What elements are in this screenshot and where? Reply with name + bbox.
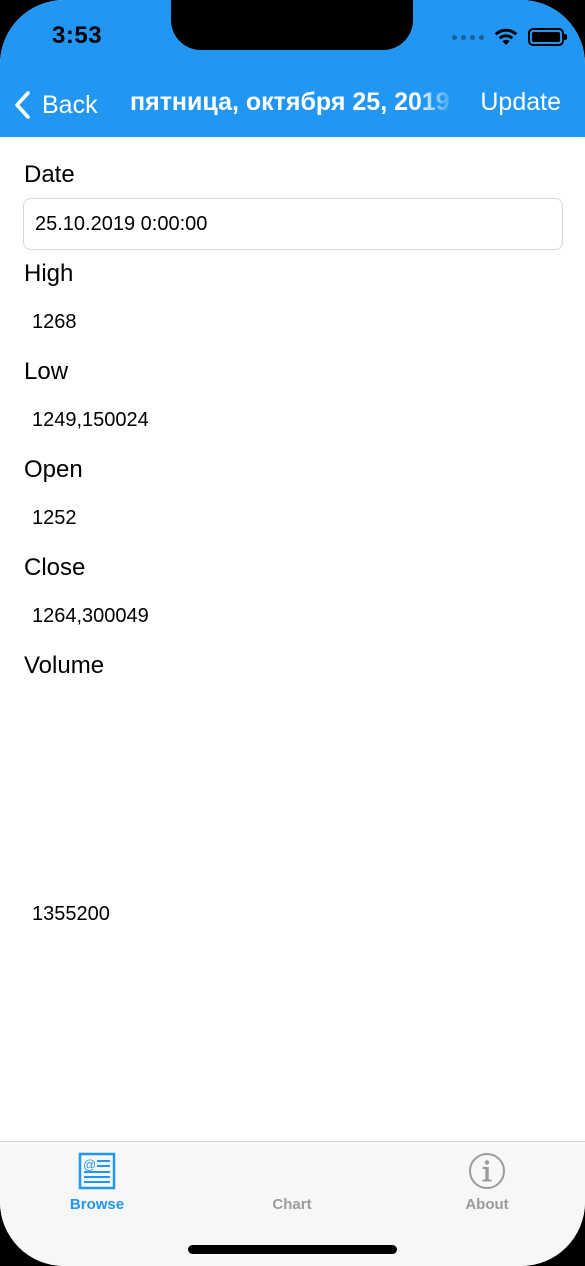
tab-about-label: About	[465, 1196, 509, 1213]
tab-about[interactable]: About	[407, 1150, 567, 1220]
chart-icon-placeholder	[273, 1152, 311, 1190]
tab-chart-label: Chart	[272, 1196, 312, 1213]
chevron-left-icon	[15, 91, 30, 119]
low-value: 1249,150024	[32, 409, 149, 431]
back-label: Back	[42, 90, 98, 119]
device-notch	[171, 0, 413, 50]
phone-screen: 3:53 Back пятница, октября 25, 2019 Upda…	[0, 0, 585, 1266]
tab-browse-label: Browse	[69, 1196, 125, 1213]
page-title: пятница, октября 25, 2019	[130, 88, 450, 116]
wifi-icon	[494, 28, 518, 45]
status-time: 3:53	[52, 22, 103, 49]
close-label: Close	[24, 554, 86, 581]
browse-icon: @	[78, 1152, 116, 1190]
open-value: 1252	[32, 507, 77, 529]
high-value: 1268	[32, 311, 77, 333]
tab-browse[interactable]: @ Browse	[17, 1150, 177, 1220]
detail-form: Date 25.10.2019 0:00:00 High 1268 Low 12…	[0, 137, 585, 1141]
close-value: 1264,300049	[32, 605, 149, 627]
volume-label: Volume	[24, 652, 105, 679]
volume-value: 1355200	[32, 903, 110, 925]
cellular-signal-icon	[452, 34, 484, 40]
date-field[interactable]: 25.10.2019 0:00:00	[23, 198, 563, 250]
back-button[interactable]: Back	[12, 85, 98, 125]
update-button[interactable]: Update	[480, 88, 561, 117]
navigation-bar: Back пятница, октября 25, 2019 Update	[0, 80, 585, 130]
status-indicators	[452, 26, 567, 48]
home-indicator[interactable]	[188, 1245, 397, 1254]
low-label: Low	[24, 358, 69, 385]
battery-icon	[528, 28, 567, 46]
svg-text:@: @	[83, 1157, 96, 1172]
open-label: Open	[24, 456, 83, 483]
top-bar: 3:53 Back пятница, октября 25, 2019 Upda…	[0, 0, 585, 137]
high-label: High	[24, 260, 74, 287]
info-icon	[469, 1153, 505, 1189]
tab-chart[interactable]: Chart	[212, 1150, 372, 1220]
date-label: Date	[24, 161, 75, 188]
